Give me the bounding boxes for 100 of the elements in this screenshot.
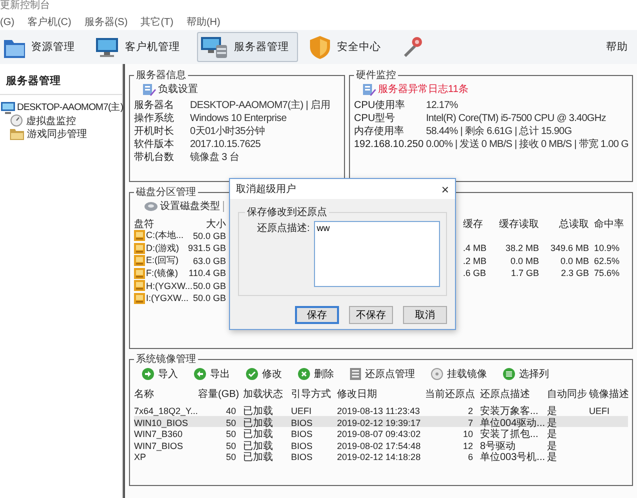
folder-icon	[10, 128, 24, 140]
description-field[interactable]: ww	[314, 221, 440, 287]
toolbar-button[interactable]: 导入	[142, 367, 178, 381]
table-cell-text: 349.6 MB	[549, 243, 589, 254]
sidebar-title: 服务器管理	[0, 70, 122, 95]
column-header[interactable]: 当前还原点	[425, 387, 473, 401]
table-row[interactable]: 7x64_18Q2_Y... 40 已加载 UEFI 2019-08-13 11:23:43 2 安装万象客... 是 UEFI	[134, 404, 628, 416]
field-label: 操作系统	[134, 113, 175, 125]
table-cell-text: 2019-08-02 17:54:48	[336, 440, 422, 450]
field-label: 服务器名	[134, 100, 175, 112]
toolbar-button[interactable]: 删除	[298, 367, 334, 381]
column-header[interactable]: 盘符	[134, 217, 186, 231]
table-cell-text: .4 MB	[462, 243, 488, 254]
table-cell-text: 50	[224, 429, 236, 439]
settings-link[interactable]: 负载设置	[134, 82, 340, 96]
tree-item[interactable]: DESKTOP-AAOMOM7(主)	[0, 101, 122, 114]
check-icon	[246, 368, 258, 380]
field-value: 0天01小时35分钟	[190, 126, 266, 138]
list-icon	[503, 368, 515, 380]
alert-link[interactable]: 服务器异常日志11条	[354, 82, 628, 96]
table-cell-text: 单位003号机...	[479, 450, 545, 464]
menu-item[interactable]: 客户机(C)	[27, 15, 72, 29]
column-header[interactable]: 总读取	[539, 217, 589, 231]
table-cell-text: 7	[466, 418, 473, 428]
drive-icon	[134, 242, 145, 254]
table-row[interactable]: WIN10_BIOS 50 已加载 BIOS 2019-02-12 19:39:17 7 单位004驱动... 是	[134, 416, 628, 427]
table-cell-text: 50	[224, 452, 236, 462]
arrow-left-icon	[194, 368, 206, 380]
toolbar-button[interactable]: 资源管理	[0, 32, 84, 62]
toolbar-button[interactable]: 帮助	[603, 32, 637, 62]
table-cell-text: 是	[547, 405, 558, 418]
toolbar-button[interactable]: 选择列	[503, 367, 549, 381]
toolbar-button[interactable]: 安全中心	[306, 32, 390, 62]
tree-item[interactable]: 虚拟盘监控	[0, 114, 122, 127]
table-row[interactable]: WIN7_BIOS 50 已加载 BIOS 2019-08-02 17:54:48 12 8号驱动 是	[134, 438, 628, 450]
table-cell-text: WIN7_BIOS	[134, 440, 184, 450]
toolbar-button[interactable]: 还原点管理	[350, 367, 415, 381]
table-cell-text: BIOS	[290, 429, 314, 439]
table-cell-text: 10	[462, 429, 473, 439]
menu-item[interactable]: 帮助(H)	[186, 15, 220, 29]
field-label: CPU型号	[354, 113, 396, 125]
table-cell-text: 0.0 MB	[559, 256, 589, 266]
column-header[interactable]: 自动同步	[547, 387, 587, 401]
table-cell-text: 2019-02-12 19:39:17	[336, 418, 422, 428]
table-cell-text: 已加载	[242, 440, 274, 452]
table-cell: H:(YGXW...	[146, 280, 193, 291]
table-row[interactable]: WIN7_B360 50 已加载 BIOS 2019-08-07 09:43:02 10 安装了抓包... 是	[134, 427, 628, 438]
table-cell: I:(YGXW...	[146, 293, 189, 304]
monitor-icon	[95, 36, 119, 58]
column-header[interactable]: 修改日期	[334, 387, 423, 401]
column-header[interactable]: 加载状态	[238, 387, 284, 401]
table-cell: 7x64_18Q2_Y...	[134, 406, 196, 416]
table-row[interactable]: XP 50 已加载 BIOS 2019-02-12 14:18:28 6 单位003号机... 是	[134, 450, 628, 462]
menu-item[interactable]: (G)	[0, 16, 14, 28]
dialog-button[interactable]: 取消	[403, 306, 447, 324]
disk-type-button[interactable]: 设置磁盘类型	[144, 199, 220, 213]
table-cell-text: XP	[134, 452, 148, 462]
delete-icon	[298, 368, 310, 380]
field-label: 内存使用率	[354, 126, 405, 138]
menu-item[interactable]: 服务器(S)	[84, 15, 128, 29]
menu-item[interactable]: 其它(T)	[140, 15, 174, 29]
table-cell: E:(回写)	[146, 254, 178, 268]
table-cell-text: 2019-02-12 14:18:28	[336, 452, 422, 462]
table-cell-text: 安装万象客...	[479, 404, 540, 418]
table-cell-text: 40	[224, 406, 236, 416]
column-header[interactable]: 镜像描述	[589, 387, 629, 401]
toolbar-button[interactable]: 导出	[194, 367, 230, 381]
toolbar-button[interactable]: 服务器管理	[197, 32, 298, 62]
column-header[interactable]: 名称	[134, 387, 196, 401]
table-cell-text: 8号驱动	[479, 440, 517, 452]
toolbar-button[interactable]: 修改	[246, 367, 282, 381]
dialog-button[interactable]: 保存	[295, 306, 339, 324]
table-cell: F:(镜像)	[146, 266, 178, 280]
column-header[interactable]: 命中率	[589, 217, 627, 231]
table-cell-text: BIOS	[290, 440, 314, 450]
field-value: 0.00% | 发送 0 MB/S | 接收 0 MB/S | 带宽 1.00 G	[426, 139, 628, 151]
table-cell-text: 单位004驱动...	[479, 416, 545, 428]
table-cell-text: WIN7_B360	[134, 429, 184, 439]
table-cell-text: 38.2 MB	[504, 243, 539, 254]
column-header[interactable]: 还原点描述	[475, 387, 545, 401]
table-cell-text: UEFI	[290, 406, 313, 416]
column-header[interactable]: 缓存读取	[491, 217, 539, 231]
table-cell-text: 50	[224, 418, 236, 428]
table-cell-text: 6	[466, 452, 473, 462]
column-header[interactable]: 引导方式	[286, 387, 332, 401]
close-button[interactable]: ×	[435, 182, 455, 196]
dialog-button[interactable]: 不保存	[349, 306, 393, 324]
tree-item[interactable]: 游戏同步管理	[0, 127, 122, 140]
field-value: DESKTOP-AAOMOM7(主) | 启用	[190, 100, 331, 112]
drive-icon	[134, 280, 145, 292]
table-cell-text: .6 GB	[462, 268, 488, 278]
table-cell-text: 是	[547, 416, 558, 429]
arrow-right-icon	[142, 368, 154, 380]
toolbar-button[interactable]: 客户机管理	[92, 32, 189, 62]
column-header[interactable]: 容量(GB)	[198, 387, 236, 401]
toolbar-button[interactable]: 挂载镜像	[431, 367, 487, 381]
group-title: 磁盘分区管理	[135, 186, 197, 199]
column-header[interactable]: 缓存	[461, 217, 491, 231]
field-value: 58.44% | 剩余 6.61G | 总计 15.90G	[426, 126, 573, 138]
column-header[interactable]: 大小	[186, 217, 226, 231]
